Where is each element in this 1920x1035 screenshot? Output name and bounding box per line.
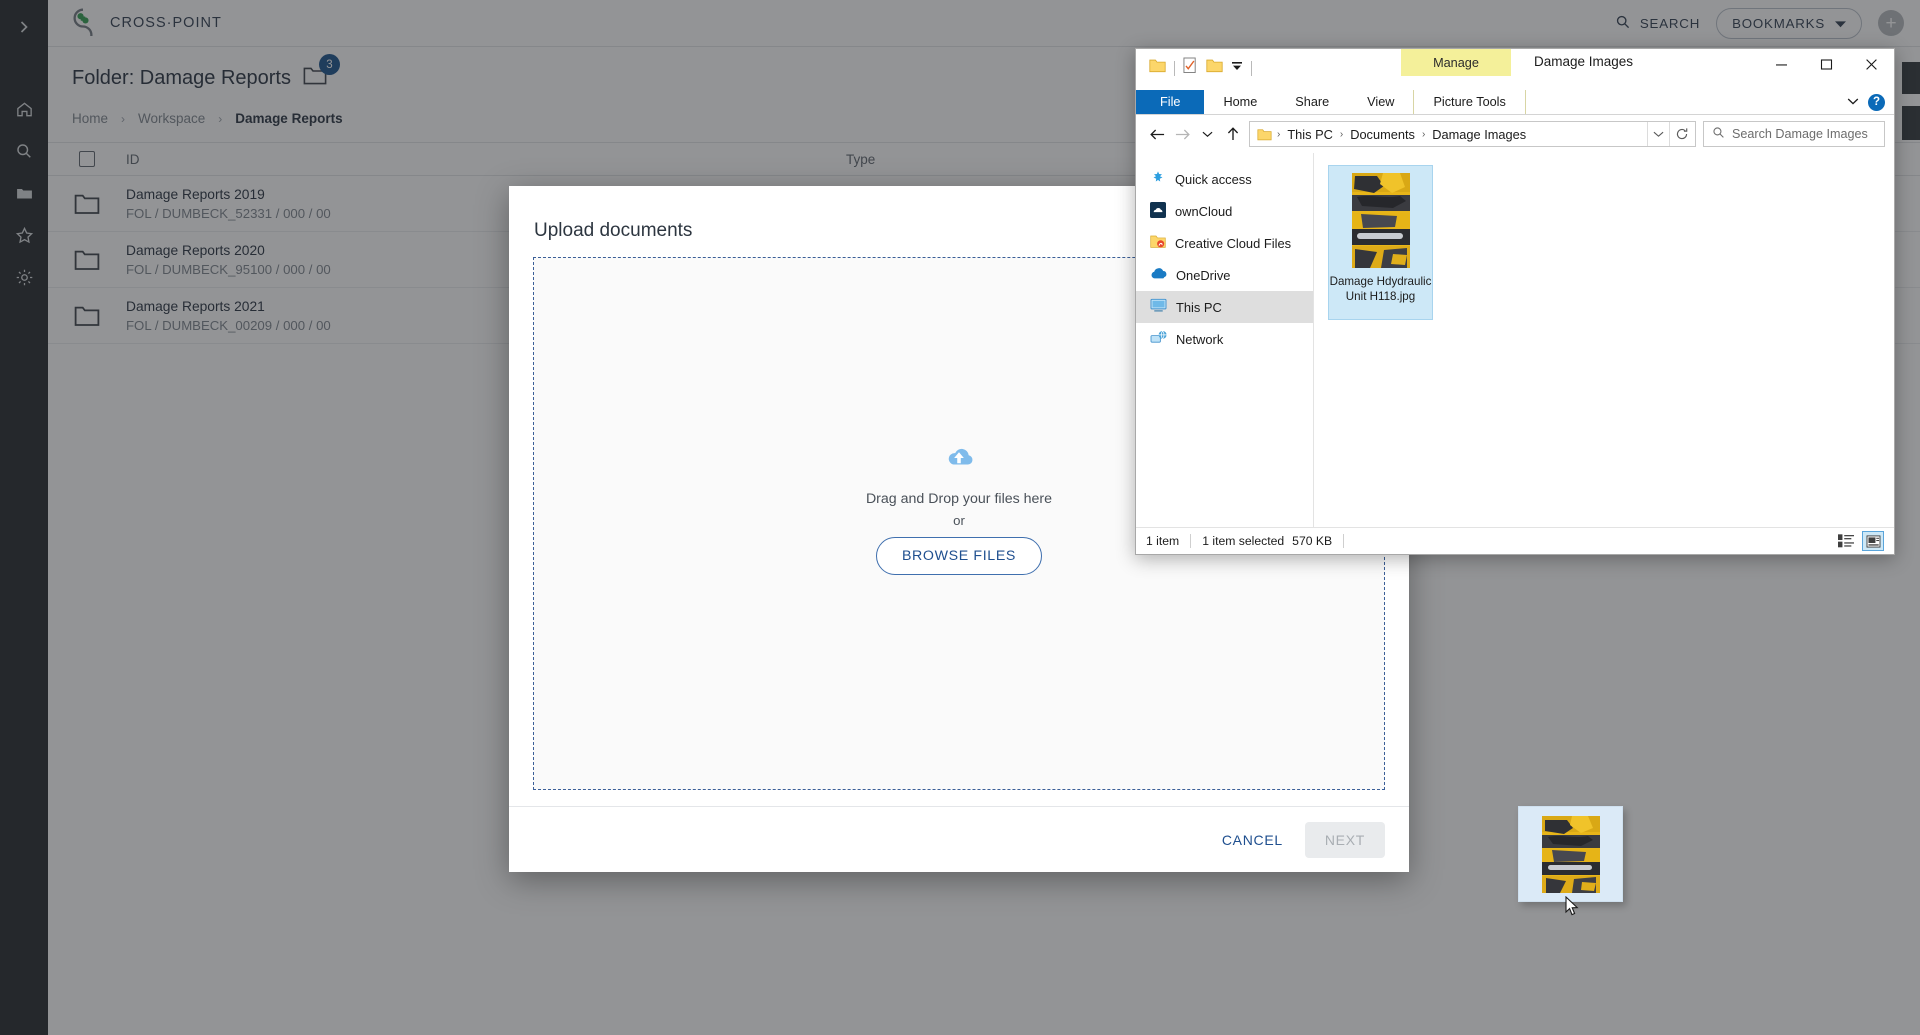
search-icon: [1712, 126, 1725, 142]
tab-view[interactable]: View: [1348, 90, 1413, 114]
address-crumb-documents[interactable]: Documents: [1348, 127, 1417, 142]
explorer-status-bar: 1 item 1 item selected 570 KB: [1136, 527, 1894, 554]
address-crumb-this-pc[interactable]: This PC: [1285, 127, 1335, 142]
nav-item-label: Creative Cloud Files: [1175, 235, 1292, 251]
up-arrow-icon[interactable]: [1220, 122, 1245, 147]
minimize-button[interactable]: [1759, 49, 1804, 79]
browse-files-button[interactable]: BROWSE FILES: [875, 537, 1043, 575]
window-controls: [1759, 49, 1894, 79]
explorer-search-input[interactable]: Search Damage Images: [1703, 121, 1885, 147]
explorer-file-list[interactable]: Damage Hdydraulic Unit H118.jpg: [1314, 153, 1894, 527]
file-explorer-window: Manage Damage Images File Home Share Vie…: [1135, 48, 1895, 555]
address-separator-icon: ›: [1421, 128, 1426, 140]
nav-item-this-pc[interactable]: This PC: [1136, 291, 1313, 323]
nav-item-label: Network: [1176, 331, 1224, 347]
ribbon-tab-strip: File Home Share View Picture Tools ?: [1136, 90, 1894, 115]
large-icons-view-button[interactable]: [1862, 531, 1884, 551]
help-icon[interactable]: ?: [1868, 93, 1885, 111]
new-folder-icon[interactable]: [1206, 58, 1223, 78]
address-separator-icon: ›: [1339, 128, 1344, 140]
explorer-titlebar[interactable]: Manage Damage Images: [1136, 49, 1894, 90]
status-separator: [1190, 534, 1192, 548]
nav-item-quick-access[interactable]: Quick access: [1136, 163, 1313, 195]
status-selection: 1 item selected: [1202, 534, 1285, 548]
folder-yellow-icon[interactable]: [1149, 58, 1166, 78]
star-pin-icon: [1150, 170, 1166, 189]
file-tile[interactable]: Damage Hdydraulic Unit H118.jpg: [1328, 165, 1433, 320]
explorer-window-title: Damage Images: [1534, 54, 1634, 69]
nav-item-network[interactable]: Network: [1136, 323, 1313, 355]
properties-checklist-icon[interactable]: [1183, 57, 1198, 79]
details-view-button[interactable]: [1835, 531, 1857, 551]
forward-arrow-icon[interactable]: [1170, 122, 1195, 147]
nav-item-label: OneDrive: [1176, 267, 1231, 283]
file-name-label: Damage Hdydraulic Unit H118.jpg: [1329, 275, 1432, 304]
picture-tools-context-label: Manage: [1401, 49, 1511, 76]
dropzone-or: or: [953, 513, 965, 528]
nav-item-label: Quick access: [1175, 171, 1252, 187]
ribbon-right-controls: ?: [1847, 90, 1894, 114]
toolbar-separator: [1251, 60, 1252, 76]
explorer-search-placeholder: Search Damage Images: [1732, 127, 1868, 141]
explorer-address-bar: › This PC › Documents › Damage Images Se…: [1136, 115, 1894, 153]
dialog-footer: CANCEL NEXT: [509, 806, 1409, 872]
status-separator: [1343, 534, 1345, 548]
ribbon-collapse-chevron-icon[interactable]: [1847, 93, 1859, 111]
edge-panel-top[interactable]: [1902, 62, 1920, 94]
back-arrow-icon[interactable]: [1145, 122, 1170, 147]
toolbar-separator: [1174, 60, 1175, 76]
edge-panel-mid[interactable]: [1902, 106, 1920, 140]
folder-yellow-icon: [1257, 128, 1272, 141]
recent-locations-chevron-icon[interactable]: [1195, 122, 1220, 147]
cancel-button[interactable]: CANCEL: [1208, 822, 1297, 858]
damage-photo-thumbnail: [1351, 173, 1410, 268]
cloud-upload-icon: [942, 444, 976, 477]
address-dropdown-icon[interactable]: [1647, 122, 1669, 146]
view-mode-buttons: [1835, 531, 1884, 551]
tab-picture-tools[interactable]: Picture Tools: [1413, 90, 1526, 114]
status-item-count: 1 item: [1146, 534, 1180, 548]
nav-item-label: ownCloud: [1175, 203, 1233, 219]
dropzone-text: Drag and Drop your files here: [865, 491, 1053, 507]
maximize-button[interactable]: [1804, 49, 1849, 79]
address-path-box[interactable]: › This PC › Documents › Damage Images: [1249, 121, 1696, 147]
creative-cloud-icon: [1150, 234, 1166, 252]
tab-home[interactable]: Home: [1204, 90, 1276, 114]
next-button[interactable]: NEXT: [1304, 821, 1385, 858]
close-button[interactable]: [1849, 49, 1894, 79]
explorer-body: Quick access ownCloud Creative Cloud Fil…: [1136, 153, 1894, 527]
refresh-icon[interactable]: [1669, 122, 1693, 146]
mouse-cursor-icon: [1565, 895, 1580, 922]
monitor-icon: [1150, 298, 1167, 316]
address-crumb-damage-images[interactable]: Damage Images: [1430, 127, 1528, 142]
nav-item-onedrive[interactable]: OneDrive: [1136, 259, 1313, 291]
onedrive-cloud-icon: [1150, 267, 1167, 283]
screen: CROSS·POINT SEARCH BOOKMARKS +: [0, 0, 1920, 1035]
damage-photo-thumbnail: [1541, 815, 1600, 893]
dragged-file-ghost[interactable]: [1518, 806, 1623, 902]
quick-access-toolbar: [1149, 57, 1252, 79]
nav-item-owncloud[interactable]: ownCloud: [1136, 195, 1313, 227]
address-separator-icon: ›: [1277, 128, 1281, 140]
status-size: 570 KB: [1292, 534, 1333, 548]
network-icon: [1150, 330, 1167, 348]
tab-file[interactable]: File: [1136, 90, 1205, 114]
nav-item-creative-cloud-files[interactable]: Creative Cloud Files: [1136, 227, 1313, 259]
qat-chevron-down-icon[interactable]: [1231, 59, 1243, 77]
owncloud-icon: [1150, 201, 1166, 221]
tab-share[interactable]: Share: [1276, 90, 1348, 114]
explorer-navigation-pane: Quick access ownCloud Creative Cloud Fil…: [1136, 153, 1314, 527]
nav-item-label: This PC: [1176, 299, 1222, 315]
